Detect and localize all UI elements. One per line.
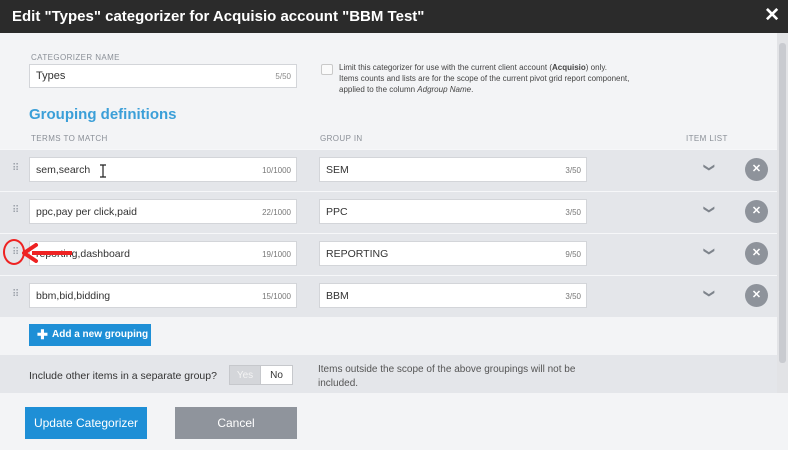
grouping-row: ⠿ sem,search 10/1000 SEM 3/50 ❯ ✕ bbox=[0, 149, 777, 191]
categorizer-name-value: Types bbox=[36, 70, 66, 82]
group-count: 3/50 bbox=[565, 292, 581, 301]
drag-handle-icon[interactable]: ⠿ bbox=[12, 206, 20, 216]
update-categorizer-button[interactable]: Update Categorizer bbox=[25, 407, 147, 439]
chevron-down-icon[interactable]: ❯ bbox=[703, 163, 716, 172]
chevron-down-icon[interactable]: ❯ bbox=[703, 205, 716, 214]
limit-checkbox[interactable] bbox=[321, 64, 333, 75]
limit-text-post: ) only. bbox=[585, 63, 607, 72]
drag-handle-icon[interactable]: ⠿ bbox=[12, 290, 20, 300]
chevron-down-icon[interactable]: ❯ bbox=[703, 289, 716, 298]
delete-row-icon[interactable]: ✕ bbox=[745, 158, 768, 181]
terms-value: ppc,pay per click,paid bbox=[36, 206, 137, 218]
close-icon[interactable]: ✕ bbox=[764, 0, 780, 31]
group-input[interactable]: SEM 3/50 bbox=[319, 157, 587, 182]
group-input[interactable]: PPC 3/50 bbox=[319, 199, 587, 224]
delete-row-icon[interactable]: ✕ bbox=[745, 200, 768, 223]
annotation-arrow-icon bbox=[22, 243, 72, 263]
limit-text-pre: Limit this categorizer for use with the … bbox=[339, 63, 552, 72]
scope-column-pre: applied to the column bbox=[339, 85, 418, 94]
scope-column-name: Adgroup Name bbox=[417, 85, 472, 94]
group-value: REPORTING bbox=[326, 248, 389, 260]
limit-description: Limit this categorizer for use with the … bbox=[339, 62, 679, 95]
terms-count: 15/1000 bbox=[262, 292, 291, 301]
group-count: 3/50 bbox=[565, 166, 581, 175]
grouping-row: ⠿ reporting,dashboard 19/1000 REPORTING … bbox=[0, 233, 777, 275]
terms-count: 22/1000 bbox=[262, 208, 291, 217]
include-other-label: Include other items in a separate group? bbox=[29, 370, 217, 382]
grouping-row: ⠿ bbm,bid,bidding 15/1000 BBM 3/50 ❯ ✕ bbox=[0, 275, 777, 317]
grouping-row: ⠿ ppc,pay per click,paid 22/1000 PPC 3/5… bbox=[0, 191, 777, 233]
scope-column-post: . bbox=[471, 85, 474, 94]
chevron-down-icon[interactable]: ❯ bbox=[703, 247, 716, 256]
terms-input[interactable]: ppc,pay per click,paid 22/1000 bbox=[29, 199, 297, 224]
terms-input[interactable]: bbm,bid,bidding 15/1000 bbox=[29, 283, 297, 308]
terms-column-header: TERMS TO MATCH bbox=[31, 134, 108, 143]
delete-row-icon[interactable]: ✕ bbox=[745, 284, 768, 307]
scrollbar-thumb[interactable] bbox=[779, 43, 786, 363]
categorizer-name-label: CATEGORIZER NAME bbox=[31, 53, 120, 62]
group-input[interactable]: REPORTING 9/50 bbox=[319, 241, 587, 266]
item-list-column-header: ITEM LIST bbox=[686, 134, 728, 143]
limit-account-name: Acquisio bbox=[551, 63, 586, 72]
grouping-definitions-heading: Grouping definitions bbox=[29, 106, 177, 123]
categorizer-dialog: Edit "Types" categorizer for Acquisio ac… bbox=[0, 0, 788, 450]
add-grouping-button[interactable]: ✚ Add a new grouping bbox=[29, 324, 151, 346]
terms-count: 19/1000 bbox=[262, 250, 291, 259]
group-value: PPC bbox=[326, 206, 348, 218]
dialog-titlebar: Edit "Types" categorizer for Acquisio ac… bbox=[0, 0, 788, 33]
dialog-scrollbar[interactable] bbox=[777, 33, 788, 393]
categorizer-name-count: 5/50 bbox=[275, 72, 291, 81]
include-other-section: Include other items in a separate group?… bbox=[0, 355, 777, 393]
group-count: 3/50 bbox=[565, 208, 581, 217]
terms-value: sem,search bbox=[36, 164, 91, 176]
include-no-toggle[interactable]: No bbox=[261, 365, 293, 385]
group-value: SEM bbox=[326, 164, 349, 176]
group-value: BBM bbox=[326, 290, 349, 302]
terms-input[interactable]: sem,search 10/1000 bbox=[29, 157, 297, 182]
group-count: 9/50 bbox=[565, 250, 581, 259]
group-column-header: GROUP IN bbox=[320, 134, 363, 143]
delete-row-icon[interactable]: ✕ bbox=[745, 242, 768, 265]
include-other-note: Items outside the scope of the above gro… bbox=[318, 364, 576, 389]
add-grouping-label: Add a new grouping bbox=[52, 329, 149, 340]
dialog-title: Edit "Types" categorizer for Acquisio ac… bbox=[12, 8, 425, 25]
terms-value: bbm,bid,bidding bbox=[36, 290, 111, 302]
text-cursor-icon bbox=[100, 164, 106, 178]
plus-icon: ✚ bbox=[37, 327, 48, 342]
terms-count: 10/1000 bbox=[262, 166, 291, 175]
include-yes-toggle[interactable]: Yes bbox=[229, 365, 261, 385]
scope-note-line: Items counts and lists are for the scope… bbox=[339, 74, 630, 83]
cancel-button[interactable]: Cancel bbox=[175, 407, 297, 439]
group-input[interactable]: BBM 3/50 bbox=[319, 283, 587, 308]
drag-handle-icon[interactable]: ⠿ bbox=[12, 164, 20, 174]
categorizer-name-input[interactable]: Types 5/50 bbox=[29, 64, 297, 88]
